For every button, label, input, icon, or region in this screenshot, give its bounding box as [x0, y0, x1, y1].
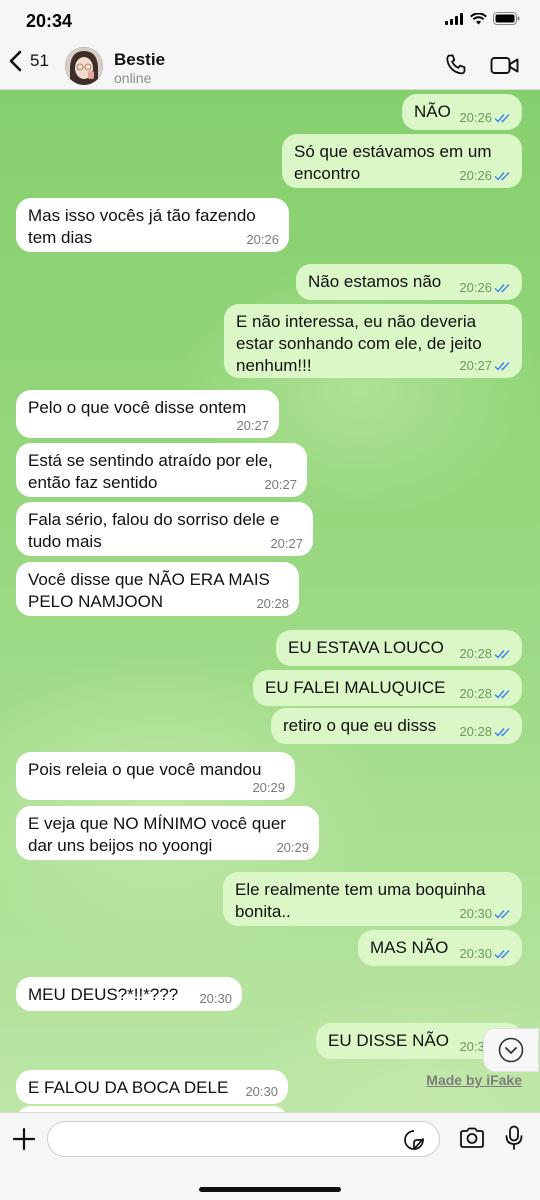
voice-message-button[interactable]	[505, 1125, 523, 1156]
message-time: 20:26	[246, 232, 279, 247]
sticker-button[interactable]	[403, 1129, 425, 1156]
message-text: Ele realmente tem uma boquinha bonita..	[235, 880, 486, 921]
signal-icon	[445, 12, 463, 25]
message-bubble[interactable]: retiro o que eu disss 20:28	[271, 708, 522, 744]
double-check-icon	[494, 114, 510, 123]
message-bubble[interactable]: MAS NÃO 20:30	[358, 930, 522, 966]
status-time: 20:34	[26, 11, 73, 31]
back-button[interactable]: 51	[8, 50, 49, 72]
message-bubble[interactable]: EU FALEI MALUQUICE 20:28	[253, 670, 522, 706]
message-text: Pois releia o que você mandou	[28, 760, 262, 779]
camera-icon	[460, 1127, 484, 1148]
avatar[interactable]	[65, 47, 103, 85]
composer-bar	[0, 1112, 540, 1200]
attach-button[interactable]	[12, 1127, 36, 1156]
message-bubble[interactable]: Pelo o que você disse ontem 20:27	[16, 390, 279, 438]
message-text: Mas isso vocês já tão fazendo tem dias	[28, 206, 256, 247]
message-bubble[interactable]: Não estamos não 20:26	[296, 264, 522, 300]
double-check-icon	[494, 650, 510, 659]
message-bubble[interactable]: Mas isso vocês já tão fazendo tem dias 2…	[16, 198, 289, 252]
camera-button[interactable]	[459, 1127, 485, 1154]
message-bubble[interactable]: Só que estávamos em um encontro 20:26	[282, 134, 522, 188]
battery-icon	[493, 12, 520, 25]
message-time: 20:29	[276, 840, 309, 855]
message-bubble[interactable]: E não interessa, eu não deveria estar so…	[224, 304, 522, 378]
message-time: 20:27	[270, 536, 303, 551]
microphone-icon	[505, 1125, 523, 1150]
message-text: MEU DEUS?*!!*???	[28, 985, 179, 1004]
message-bubble[interactable]: E veja que NO MÍNIMO você quer dar uns b…	[16, 806, 319, 860]
avatar-image	[65, 47, 103, 85]
message-time: 20:27	[459, 359, 512, 373]
message-time: 20:26	[459, 111, 512, 125]
contact-status: online	[114, 70, 152, 86]
message-time: 20:28	[459, 687, 512, 701]
contact-name[interactable]: Bestie	[114, 50, 165, 70]
message-time: 20:29	[252, 780, 285, 795]
message-bubble[interactable]: Fala sério, falou do sorriso dele e tudo…	[16, 502, 313, 556]
phone-icon	[446, 54, 466, 75]
double-check-icon	[494, 172, 510, 181]
double-check-icon	[494, 910, 510, 919]
sticker-icon	[404, 1130, 424, 1150]
call-button[interactable]	[444, 53, 468, 82]
message-input[interactable]	[47, 1121, 440, 1157]
message-time: 20:30	[245, 1084, 278, 1099]
message-text: Não estamos não	[308, 272, 442, 291]
message-text: NÃO	[414, 102, 451, 121]
message-time: 20:27	[264, 477, 297, 492]
unread-count: 51	[30, 51, 49, 70]
message-text: MAS NÃO	[370, 938, 449, 957]
message-text: EU FALEI MALUQUICE	[265, 678, 446, 697]
double-check-icon	[494, 284, 510, 293]
chat-area[interactable]: NÃO 20:26 Só que estávamos em um encontr…	[0, 90, 540, 1112]
status-icons	[445, 12, 520, 25]
message-text: E FALOU DA BOCA DELE	[28, 1078, 229, 1097]
message-bubble[interactable]: MEU DEUS?*!!*??? 20:30	[16, 977, 242, 1011]
message-text: EU ESTAVA LOUCO	[288, 638, 444, 657]
message-text: Fala sério, falou do sorriso dele e tudo…	[28, 510, 280, 551]
message-text: retiro o que eu disss	[283, 716, 437, 735]
plus-icon	[12, 1127, 36, 1151]
message-time: 20:28	[256, 596, 289, 611]
chevron-down-icon	[498, 1037, 524, 1063]
message-text: EU DISSE NÃO	[328, 1031, 449, 1050]
message-text: E veja que NO MÍNIMO você quer dar uns b…	[28, 814, 286, 855]
double-check-icon	[494, 728, 510, 737]
video-camera-icon	[490, 57, 519, 74]
message-bubble[interactable]: Você disse que NÃO ERA MAIS PELO NAMJOON…	[16, 562, 299, 616]
message-time: 20:28	[459, 725, 512, 739]
message-time: 20:27	[236, 418, 269, 433]
message-bubble[interactable]: E FALOU DA BOCA DELE 20:30	[16, 1070, 288, 1104]
message-text: Você disse que NÃO ERA MAIS PELO NAMJOON	[28, 570, 270, 611]
phone-screen: 20:34 51 Bestie online NÃO 20:26 Só que …	[0, 0, 540, 1200]
message-text: Pelo o que você disse ontem	[28, 398, 247, 417]
double-check-icon	[494, 362, 510, 371]
top-bar: 20:34 51 Bestie online	[0, 0, 540, 90]
watermark-link[interactable]: Made by iFake	[426, 1072, 522, 1088]
message-time: 20:26	[459, 281, 512, 295]
message-text: E não interessa, eu não deveria estar so…	[236, 312, 482, 375]
message-time: 20:30	[459, 907, 512, 921]
home-indicator	[199, 1187, 341, 1192]
scroll-to-bottom-button[interactable]	[483, 1028, 539, 1072]
message-time: 20:26	[459, 169, 512, 183]
chevron-left-icon	[9, 50, 22, 72]
message-text: Está se sentindo atraído por ele, então …	[28, 451, 273, 492]
message-bubble[interactable]: NÃO 20:26	[402, 94, 522, 130]
message-bubble[interactable]: Ele realmente tem uma boquinha bonita.. …	[223, 872, 522, 926]
message-time: 20:30	[199, 991, 232, 1006]
double-check-icon	[494, 950, 510, 959]
message-bubble[interactable]: Pois releia o que você mandou 20:29	[16, 752, 295, 800]
message-time: 20:30	[459, 947, 512, 961]
message-bubble[interactable]: Está se sentindo atraído por ele, então …	[16, 443, 307, 497]
video-call-button[interactable]	[490, 56, 520, 81]
message-time: 20:28	[459, 647, 512, 661]
message-bubble[interactable]: EU ESTAVA LOUCO 20:28	[276, 630, 522, 666]
wifi-icon	[470, 12, 487, 24]
double-check-icon	[494, 690, 510, 699]
